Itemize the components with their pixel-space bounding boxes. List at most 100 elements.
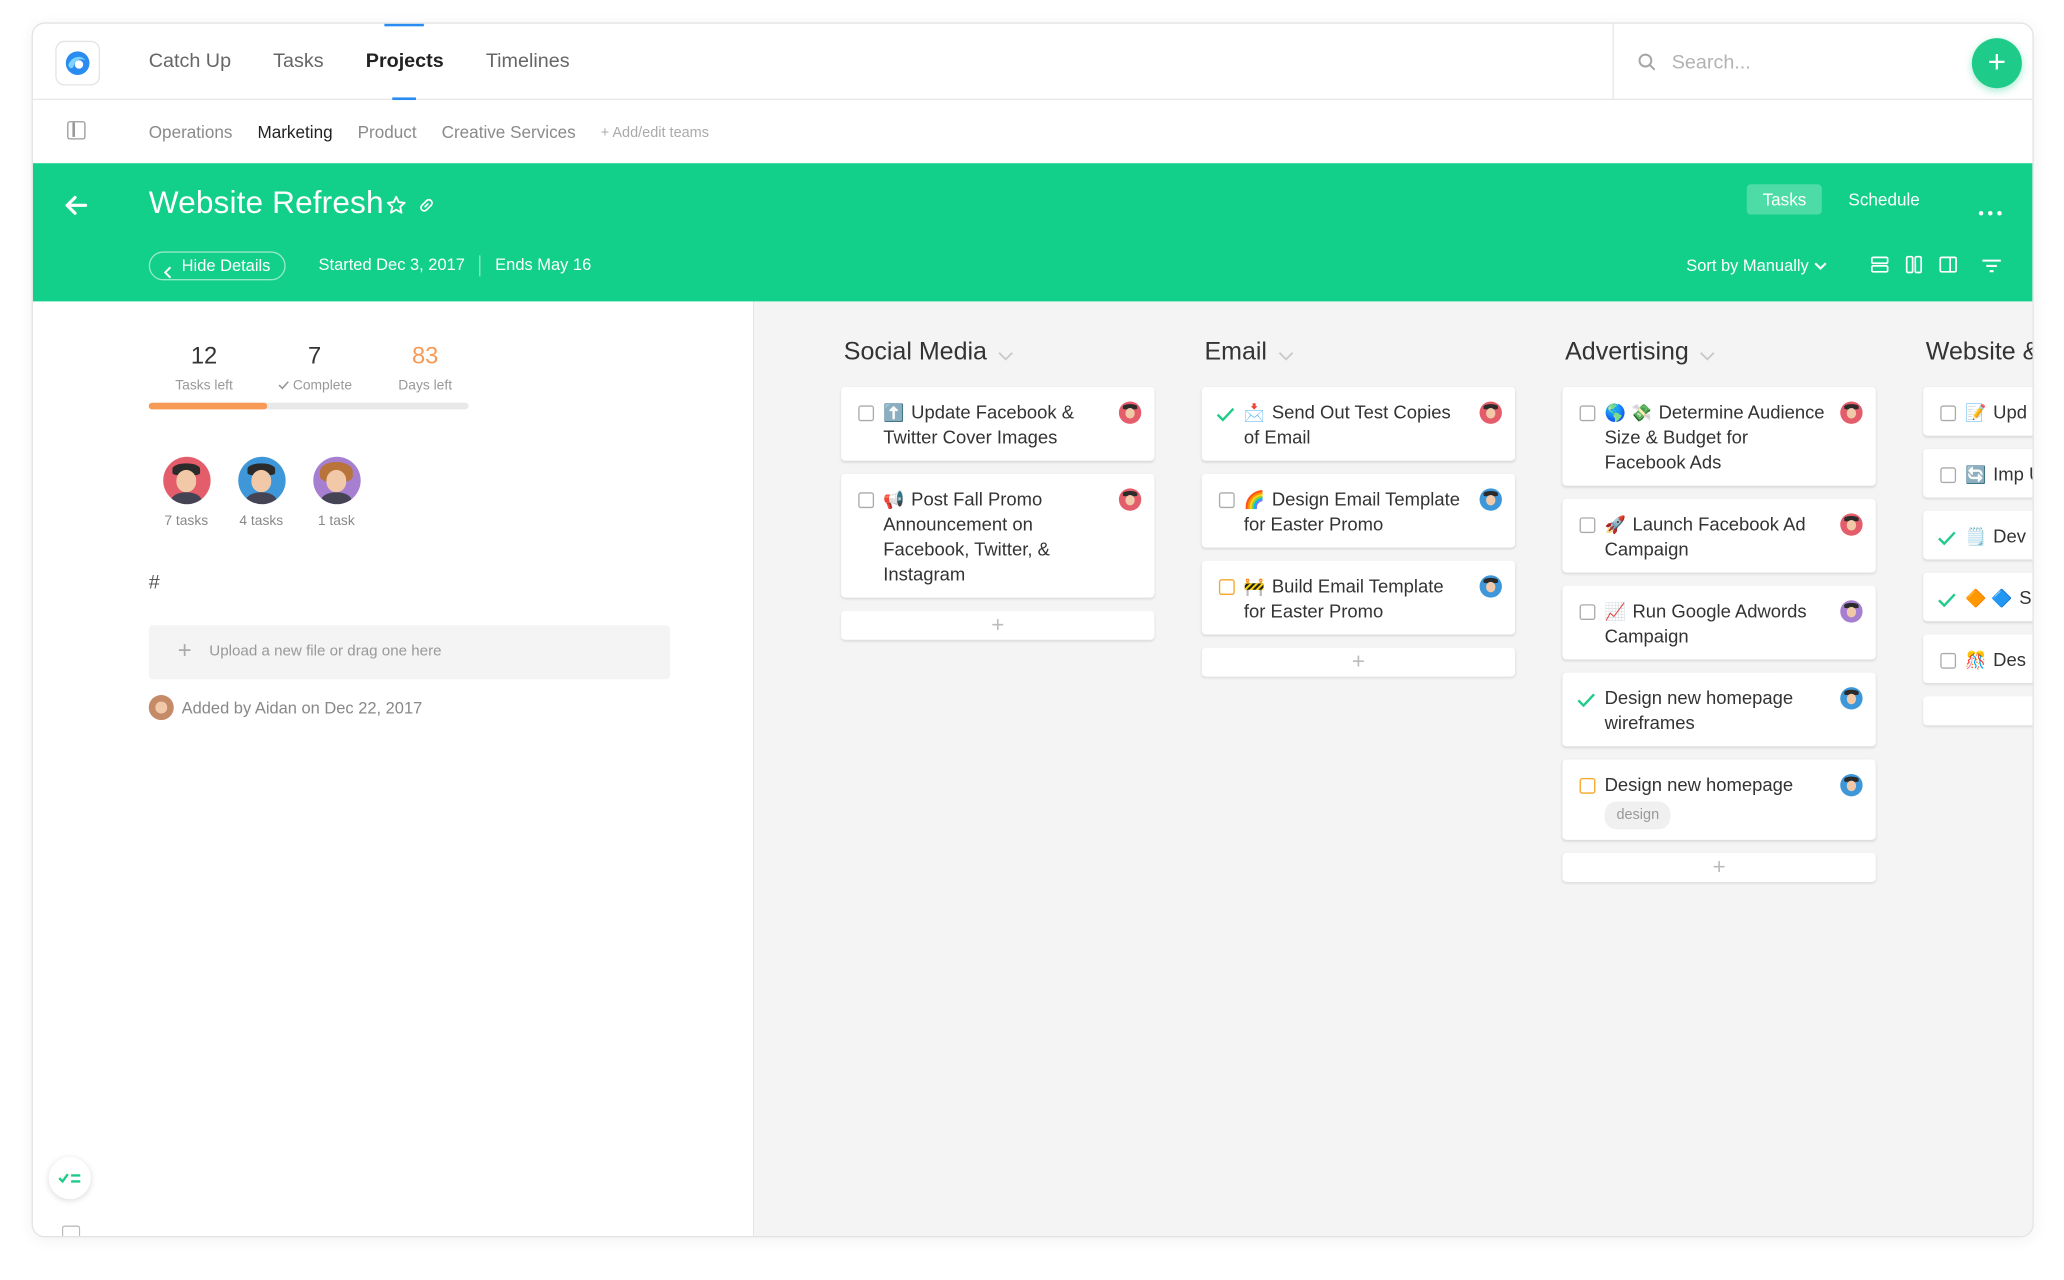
- task-card[interactable]: 📝 Upd Copy: [1923, 387, 2033, 436]
- tray-icon[interactable]: [61, 1225, 81, 1237]
- sidebar-toggle-icon[interactable]: [67, 121, 86, 140]
- chevron-down-icon[interactable]: [1278, 340, 1294, 369]
- member[interactable]: 4 tasks: [224, 456, 299, 529]
- team-operations[interactable]: Operations: [149, 122, 233, 142]
- assignee-avatar[interactable]: [1840, 513, 1863, 536]
- column-title[interactable]: Email: [1204, 336, 1515, 370]
- completed-check-icon[interactable]: [1216, 404, 1235, 429]
- start-date: Started Dec 3, 2017: [318, 255, 465, 274]
- assignee-avatar[interactable]: [1479, 575, 1502, 598]
- task-card[interactable]: Design new homepage wireframes: [1562, 672, 1876, 747]
- add-button[interactable]: +: [1971, 38, 2022, 89]
- task-card[interactable]: 🔄 Imp Updates Change: [1923, 448, 2033, 498]
- task-card[interactable]: Design new homepage design: [1562, 759, 1876, 840]
- task-card[interactable]: ⬆️ Update Facebook & Twitter Cover Images: [841, 387, 1155, 461]
- task-card[interactable]: 📈 Run Google Adwords Campaign: [1562, 585, 1876, 660]
- team-creative-services[interactable]: Creative Services: [442, 122, 576, 142]
- hide-details-button[interactable]: Hide Details: [148, 251, 287, 281]
- assignee-avatar[interactable]: [1840, 401, 1863, 424]
- view-tabs: Tasks Schedule: [1746, 184, 1946, 215]
- assignee-avatar[interactable]: [1479, 488, 1502, 511]
- stat-label-text: Complete: [292, 377, 353, 394]
- main-nav: Catch Up Tasks Projects Timelines: [149, 23, 612, 101]
- more-options-icon[interactable]: [1978, 199, 2002, 223]
- task-checkbox[interactable]: [1579, 517, 1596, 534]
- task-card[interactable]: 📩 Send Out Test Copies of Email: [1201, 387, 1516, 461]
- chevron-down-icon[interactable]: [997, 340, 1013, 369]
- completed-check-icon[interactable]: [1938, 590, 1956, 615]
- task-card[interactable]: 🌈 Design Email Template for Easter Promo: [1201, 473, 1516, 548]
- tab-tasks[interactable]: Tasks: [1746, 184, 1823, 215]
- task-title: Design new homepage wireframes: [1604, 687, 1794, 734]
- add-edit-teams-link[interactable]: + Add/edit teams: [601, 125, 709, 141]
- assignee-avatar[interactable]: [1840, 600, 1863, 623]
- assignee-avatar[interactable]: [1118, 401, 1142, 424]
- task-title: Update Facebook & Twitter Cover Images: [883, 401, 1075, 448]
- project-dates: Started Dec 3, 2017 Ends May 16: [318, 255, 591, 277]
- app-logo[interactable]: [55, 40, 101, 86]
- task-card[interactable]: 🎊 Des Banner: [1923, 634, 2033, 684]
- add-card-button[interactable]: +: [1201, 647, 1516, 677]
- task-checkbox[interactable]: [1940, 652, 1957, 669]
- task-card[interactable]: 🚀 Launch Facebook Ad Campaign: [1562, 498, 1876, 573]
- member-task-count: 7 tasks: [164, 513, 209, 530]
- nav-timelines[interactable]: Timelines: [486, 24, 570, 100]
- completed-check-icon[interactable]: [1938, 528, 1956, 553]
- task-checkbox[interactable]: [1218, 579, 1235, 595]
- task-checkbox[interactable]: [858, 492, 875, 509]
- nav-catch-up[interactable]: Catch Up: [149, 24, 231, 100]
- task-tag[interactable]: design: [1604, 801, 1671, 830]
- board-view-icon[interactable]: [1905, 255, 1923, 280]
- back-arrow-icon[interactable]: [65, 195, 89, 223]
- task-checkbox[interactable]: [858, 405, 875, 422]
- assignee-avatar[interactable]: [1118, 488, 1142, 511]
- assignee-avatar[interactable]: [1479, 401, 1502, 424]
- completed-check-icon[interactable]: [1577, 690, 1595, 715]
- upload-text: Upload a new file or drag one here: [209, 643, 442, 660]
- add-card-button[interactable]: [1923, 696, 2033, 726]
- column-title[interactable]: Social Media: [844, 336, 1155, 370]
- nav-projects[interactable]: Projects: [366, 23, 444, 101]
- task-card[interactable]: 🚧 Build Email Template for Easter Promo: [1201, 560, 1516, 635]
- search-input[interactable]: [1671, 46, 1936, 78]
- assignee-avatar[interactable]: [1840, 774, 1863, 797]
- team-tabs: Operations Marketing Product Creative Se…: [149, 100, 709, 163]
- task-checkbox[interactable]: [1218, 492, 1235, 509]
- task-checkbox[interactable]: [1940, 405, 1957, 422]
- column-title[interactable]: Advertising: [1565, 336, 1876, 370]
- column-title-text: Advertising: [1565, 338, 1689, 366]
- avatar: [237, 456, 285, 505]
- task-checkbox[interactable]: [1940, 467, 1957, 484]
- assignee-avatar[interactable]: [1840, 687, 1863, 710]
- sort-dropdown[interactable]: Sort by Manually: [1686, 257, 1826, 275]
- team-product[interactable]: Product: [358, 122, 417, 142]
- team-marketing[interactable]: Marketing: [257, 122, 332, 142]
- task-card[interactable]: 🔶 🔷 S A/B Tes: [1923, 572, 2033, 622]
- filter-icon[interactable]: [1981, 257, 2002, 281]
- task-checkbox[interactable]: [1579, 405, 1596, 422]
- task-card[interactable]: 🗒️ Dev List: [1923, 510, 2033, 560]
- task-checkbox[interactable]: [1579, 604, 1596, 620]
- list-view-icon[interactable]: [1870, 255, 1889, 280]
- file-upload-dropzone[interactable]: + Upload a new file or drag one here: [148, 625, 671, 680]
- split-view-icon[interactable]: [1939, 255, 1957, 280]
- add-card-button[interactable]: +: [841, 610, 1155, 640]
- task-title: Build Email Template for Easter Promo: [1243, 575, 1444, 622]
- member[interactable]: 7 tasks: [149, 456, 224, 530]
- task-title: Des Banner: [1993, 648, 2032, 671]
- stat-value: 83: [411, 342, 439, 369]
- member[interactable]: 1 task: [299, 456, 374, 529]
- chevron-down-icon[interactable]: [1699, 340, 1715, 369]
- project-description[interactable]: #: [149, 571, 160, 593]
- star-icon[interactable]: [386, 195, 407, 223]
- column-title[interactable]: Website &: [1926, 336, 2033, 370]
- checklist-button[interactable]: [48, 1157, 91, 1200]
- task-card[interactable]: 📢 Post Fall Promo Announcement on Faceboo…: [841, 473, 1155, 598]
- add-card-button[interactable]: +: [1562, 852, 1876, 882]
- task-card[interactable]: 🌎 💸 Determine Audience Size & Budget for …: [1562, 387, 1876, 486]
- nav-tasks[interactable]: Tasks: [273, 24, 323, 100]
- tab-schedule[interactable]: Schedule: [1833, 184, 1936, 214]
- stat-label: Days left: [398, 377, 453, 394]
- link-icon[interactable]: [417, 196, 435, 221]
- task-checkbox[interactable]: [1579, 777, 1596, 794]
